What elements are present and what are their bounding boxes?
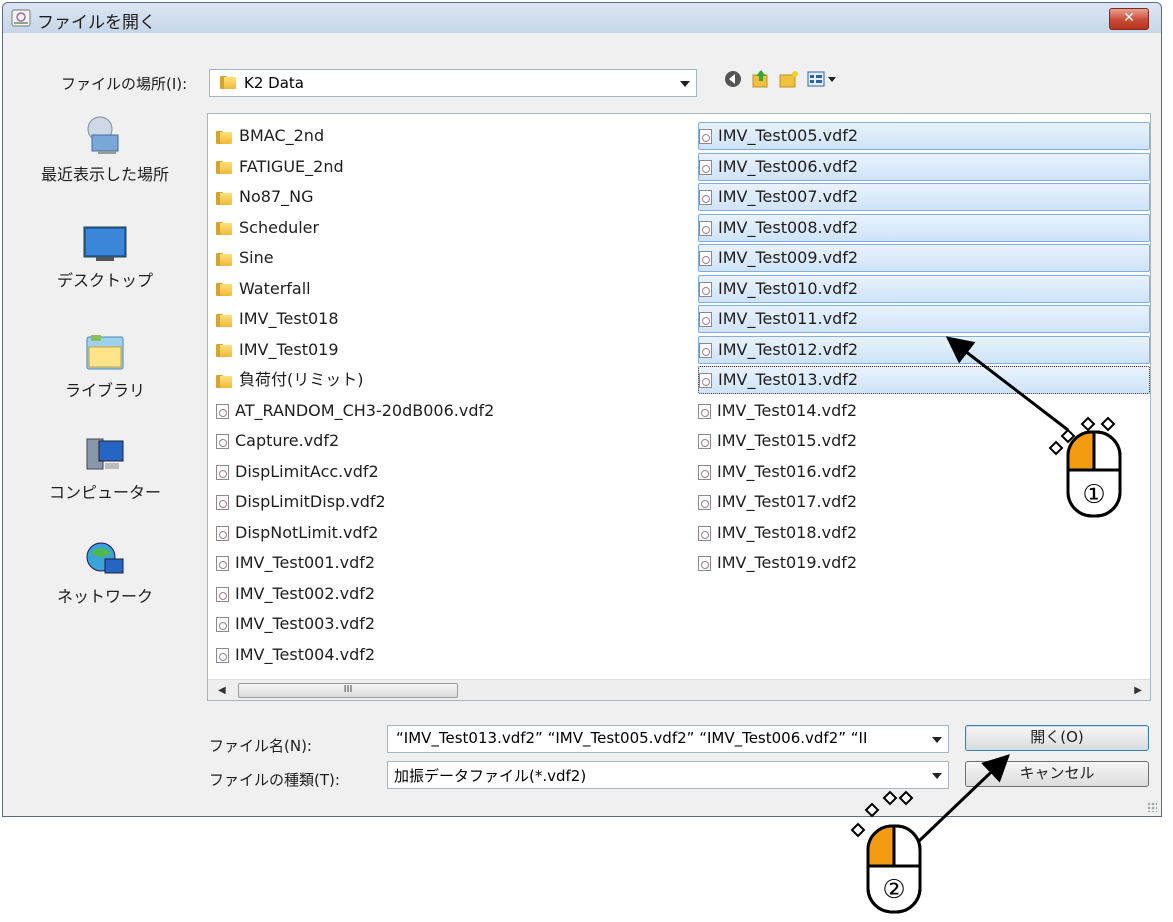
annotation-overlay: ① ② bbox=[850, 336, 1122, 914]
arrow-to-open-button bbox=[916, 754, 1010, 844]
step2-label: ② bbox=[882, 875, 905, 905]
arrow-to-selection bbox=[945, 336, 1069, 432]
step1-label: ① bbox=[1082, 480, 1105, 510]
